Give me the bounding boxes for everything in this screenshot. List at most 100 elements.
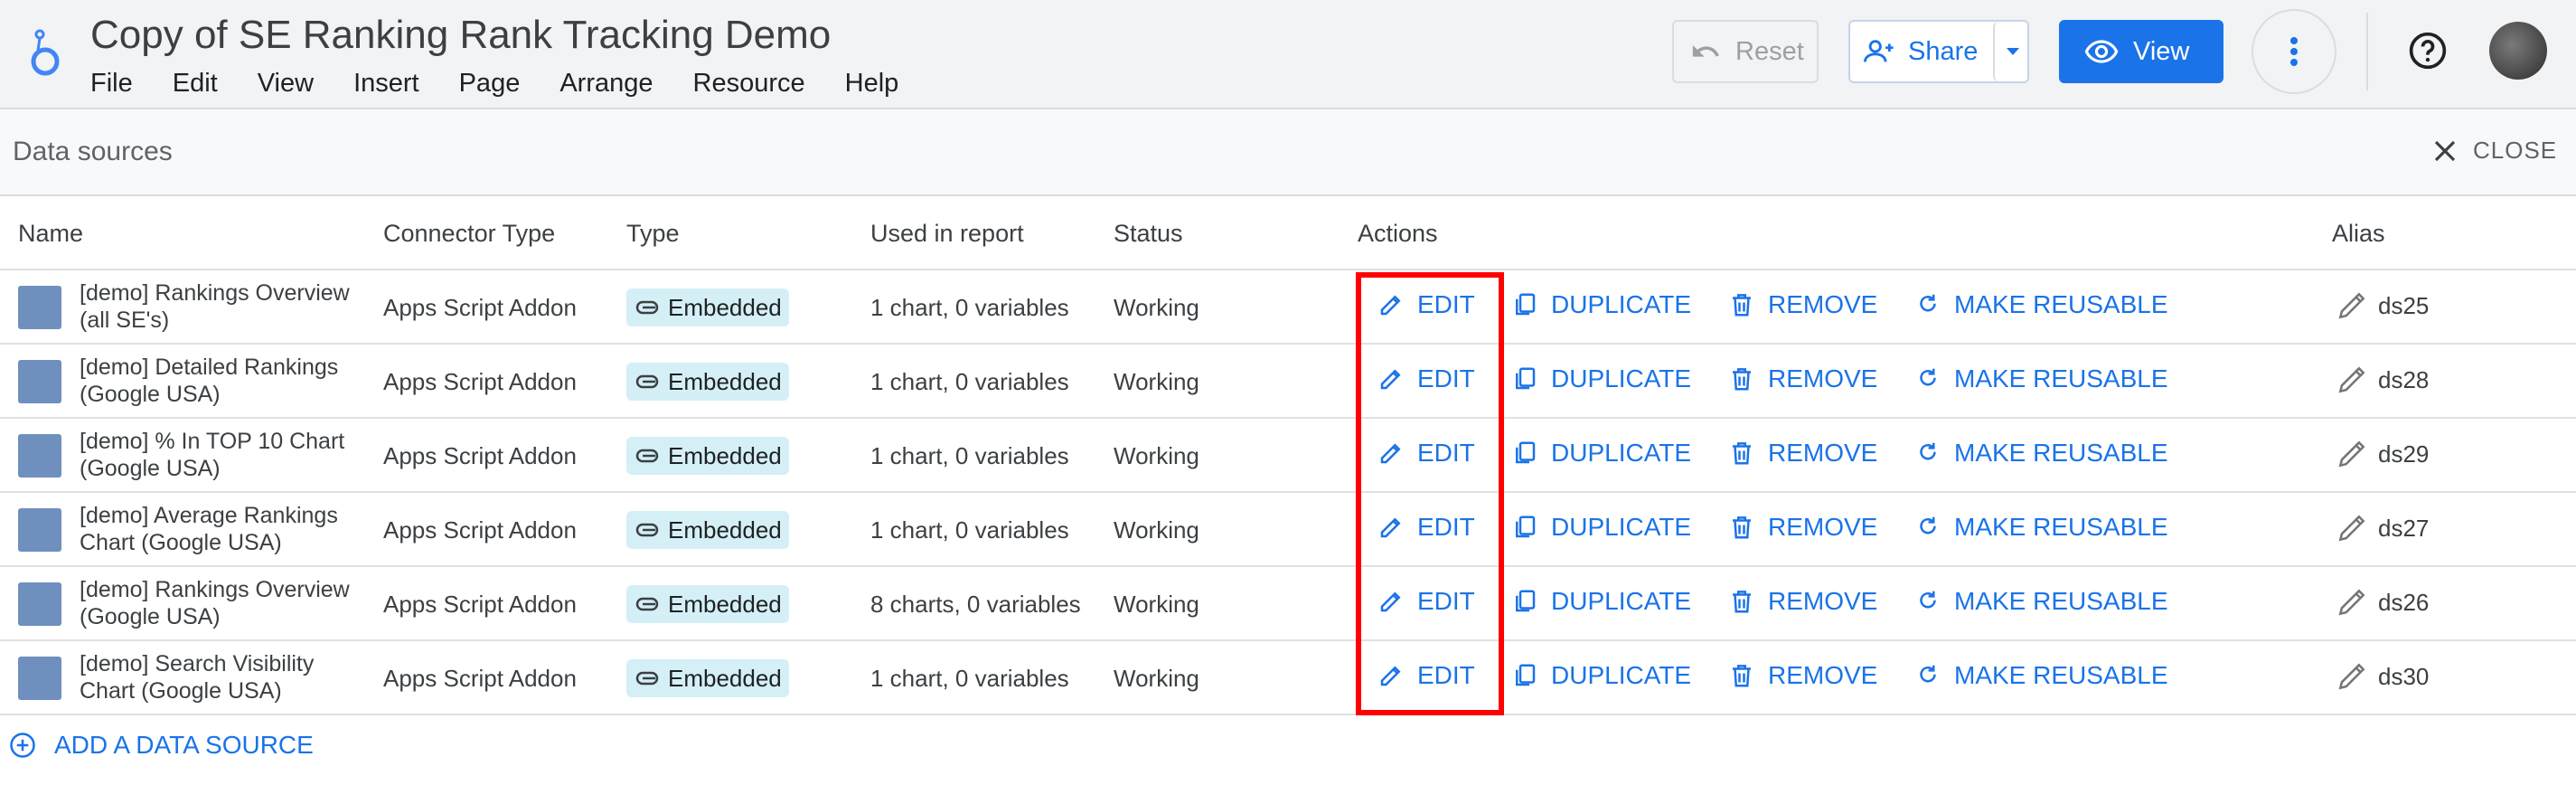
type-label: Embedded [668,664,782,692]
remove-button[interactable]: REMOVE [1728,364,1877,393]
data-source-name[interactable]: [demo] Search Visibility Chart (Google U… [80,650,369,705]
make-reusable-button[interactable]: MAKE REUSABLE [1914,290,2168,319]
more-options-button[interactable] [2252,9,2336,94]
alias-value: ds25 [2378,291,2430,319]
used-in-report: 1 chart, 0 variables [870,665,1069,692]
make-reusable-label: MAKE REUSABLE [1954,439,2168,467]
connector-type: Apps Script Addon [383,591,577,618]
alias-value: ds28 [2378,365,2430,393]
duplicate-label: DUPLICATE [1551,513,1692,541]
remove-button[interactable]: REMOVE [1728,661,1877,690]
data-source-icon [18,582,61,626]
make-reusable-button[interactable]: MAKE REUSABLE [1914,439,2168,468]
caret-down-icon [2007,48,2019,55]
alias-field[interactable]: ds25 [2335,288,2429,323]
used-in-report: 1 chart, 0 variables [870,516,1069,544]
menu-arrange[interactable]: Arrange [559,69,653,99]
remove-label: REMOVE [1768,661,1878,689]
remove-button[interactable]: REMOVE [1728,587,1877,616]
data-source-name[interactable]: [demo] Rankings Overview (all SE's) [80,279,369,334]
remove-label: REMOVE [1768,439,1878,467]
alias-field[interactable]: ds28 [2335,363,2429,397]
duplicate-button[interactable]: DUPLICATE [1511,587,1691,616]
menu-insert[interactable]: Insert [353,69,419,99]
header-name[interactable]: Name [18,220,83,248]
header-type[interactable]: Type [626,220,680,248]
data-source-icon [18,286,61,329]
type-badge: Embedded [626,585,789,623]
edit-alias-icon [2338,292,2365,319]
close-icon [2434,140,2456,161]
duplicate-button[interactable]: DUPLICATE [1511,439,1691,468]
menu-bar: File Edit View Insert Page Arrange Resou… [90,69,938,99]
status-text: Working [1114,294,1199,321]
table-row[interactable]: [demo] Search Visibility Chart (Google U… [0,641,2576,715]
remove-label: REMOVE [1768,364,1878,392]
header-status[interactable]: Status [1114,220,1183,248]
duplicate-button[interactable]: DUPLICATE [1511,364,1691,393]
link-icon [635,449,659,463]
duplicate-button[interactable]: DUPLICATE [1511,513,1691,542]
trash-icon [1733,591,1751,613]
make-reusable-button[interactable]: MAKE REUSABLE [1914,513,2168,542]
remove-label: REMOVE [1768,290,1878,318]
remove-button[interactable]: REMOVE [1728,290,1877,319]
redo-arrow-icon [1920,442,1936,460]
reset-button[interactable]: Reset [1672,20,1819,83]
link-icon [635,671,659,686]
table-row[interactable]: [demo] Rankings Overview (all SE's) Apps… [0,270,2576,345]
add-data-source-button[interactable]: ADD A DATA SOURCE [9,731,314,760]
table-row[interactable]: [demo] Average Rankings Chart (Google US… [0,493,2576,567]
data-sources-panel-header: Data sources CLOSE [0,109,2576,196]
menu-help[interactable]: Help [845,69,899,99]
account-avatar[interactable] [2489,22,2547,80]
copy-icon [1516,515,1536,538]
table-row[interactable]: [demo] Detailed Rankings (Google USA) Ap… [0,345,2576,419]
duplicate-label: DUPLICATE [1551,661,1692,689]
data-source-name[interactable]: [demo] % In TOP 10 Chart (Google USA) [80,428,369,482]
header-used-in-report[interactable]: Used in report [870,220,1024,248]
duplicate-button[interactable]: DUPLICATE [1511,290,1691,319]
view-button[interactable]: View [2059,20,2223,83]
data-source-icon [18,360,61,403]
edit-alias-icon [2338,366,2365,393]
type-badge: Embedded [626,363,789,401]
connector-type: Apps Script Addon [383,516,577,544]
remove-label: REMOVE [1768,513,1878,541]
remove-button[interactable]: REMOVE [1728,439,1877,468]
duplicate-button[interactable]: DUPLICATE [1511,661,1691,690]
make-reusable-button[interactable]: MAKE REUSABLE [1914,661,2168,690]
alias-field[interactable]: ds29 [2335,437,2429,471]
table-row[interactable]: [demo] % In TOP 10 Chart (Google USA) Ap… [0,419,2576,493]
share-dropdown-button[interactable] [1993,22,2031,81]
type-badge: Embedded [626,437,789,475]
used-in-report: 1 chart, 0 variables [870,442,1069,469]
data-source-name[interactable]: [demo] Average Rankings Chart (Google US… [80,502,369,556]
close-panel-button[interactable]: CLOSE [2431,137,2557,165]
alias-field[interactable]: ds30 [2335,659,2429,694]
looker-studio-logo-icon[interactable] [25,27,65,78]
alias-field[interactable]: ds27 [2335,511,2429,545]
data-source-name[interactable]: [demo] Rankings Overview (Google USA) [80,576,369,630]
menu-file[interactable]: File [90,69,133,99]
report-title[interactable]: Copy of SE Ranking Rank Tracking Demo [90,13,831,58]
data-source-name[interactable]: [demo] Detailed Rankings (Google USA) [80,354,369,408]
alias-field[interactable]: ds26 [2335,585,2429,619]
help-icon[interactable] [2408,31,2448,71]
header-alias[interactable]: Alias [2332,220,2385,248]
make-reusable-button[interactable]: MAKE REUSABLE [1914,587,2168,616]
undo-icon [1692,44,1719,57]
menu-view[interactable]: View [258,69,314,99]
menu-page[interactable]: Page [459,69,521,99]
menu-resource[interactable]: Resource [693,69,805,99]
trash-icon [1733,516,1751,539]
type-label: Embedded [668,441,782,469]
add-circle-icon [10,733,35,758]
table-row[interactable]: [demo] Rankings Overview (Google USA) Ap… [0,567,2576,641]
menu-edit[interactable]: Edit [173,69,218,99]
alias-value: ds29 [2378,440,2430,468]
remove-button[interactable]: REMOVE [1728,513,1877,542]
header-connector-type[interactable]: Connector Type [383,220,555,248]
make-reusable-button[interactable]: MAKE REUSABLE [1914,364,2168,393]
redo-arrow-icon [1920,665,1936,683]
